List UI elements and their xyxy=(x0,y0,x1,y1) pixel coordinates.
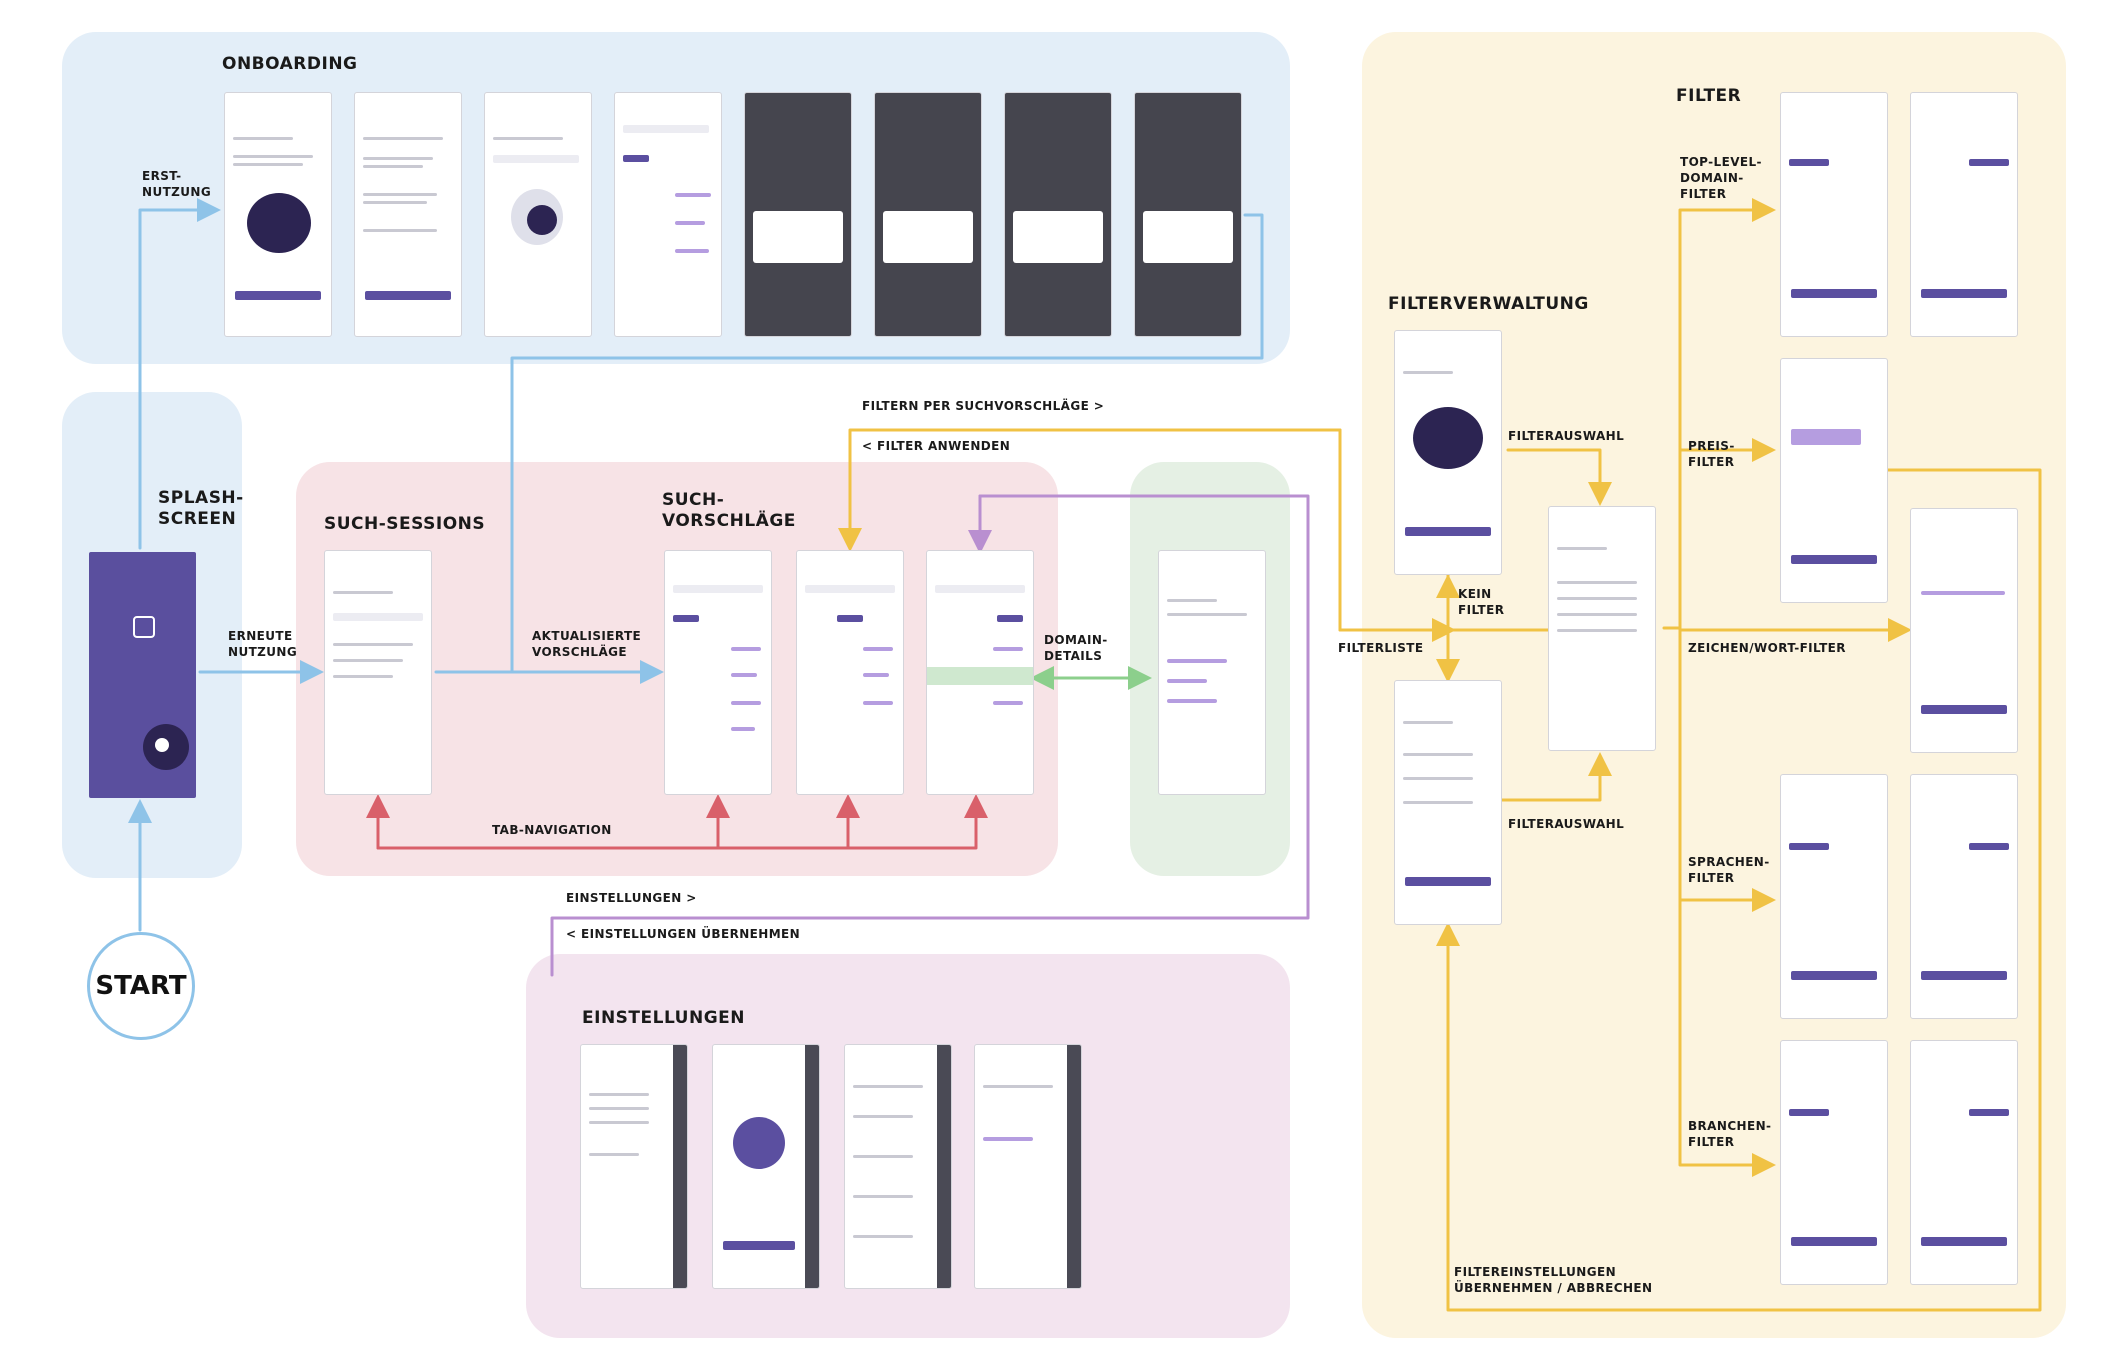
heading-such-vorschlaege: SUCH- VORSCHLÄGE xyxy=(662,490,796,532)
heading-onboarding: ONBOARDING xyxy=(222,54,358,74)
onboarding-screen-6 xyxy=(874,92,982,337)
onboarding-screen-3 xyxy=(484,92,592,337)
heading-splash-screen: SPLASH- SCREEN xyxy=(158,488,244,530)
label-tab-navigation: TAB-NAVIGATION xyxy=(492,823,612,837)
suchvorschlaege-screen-1 xyxy=(664,550,772,795)
app-logo-icon xyxy=(133,616,155,638)
einstellungen-screen-2 xyxy=(712,1044,820,1289)
label-kein-filter: KEIN FILTER xyxy=(1458,587,1505,618)
onboarding-screen-4 xyxy=(614,92,722,337)
einstellungen-screen-1 xyxy=(580,1044,688,1289)
branchen-filter-screen-2 xyxy=(1910,1040,2018,1285)
tld-filter-screen-1 xyxy=(1780,92,1888,337)
filterverwaltung-screen-2 xyxy=(1394,680,1502,925)
label-aktualisierte-vorschlaege: AKTUALISIERTE VORSCHLÄGE xyxy=(532,629,642,660)
label-zeichen-wort-filter: ZEICHEN/WORT-FILTER xyxy=(1688,641,1846,655)
suchvorschlaege-screen-2 xyxy=(796,550,904,795)
label-branchen-filter: BRANCHEN- FILTER xyxy=(1688,1119,1772,1150)
onboarding-screen-7 xyxy=(1004,92,1112,337)
einstellungen-screen-3 xyxy=(844,1044,952,1289)
label-top-level-domain-filter: TOP-LEVEL- DOMAIN- FILTER xyxy=(1680,155,1762,202)
start-node: START xyxy=(87,932,195,1040)
domain-details-screen xyxy=(1158,550,1266,795)
label-einstellungen-link: EINSTELLUNGEN > xyxy=(566,891,697,905)
heading-filterverwaltung: FILTERVERWALTUNG xyxy=(1388,294,1589,314)
preis-filter-screen xyxy=(1780,358,1888,603)
einstellungen-screen-4 xyxy=(974,1044,1082,1289)
tld-filter-screen-2 xyxy=(1910,92,2018,337)
label-filter-anwenden: < FILTER ANWENDEN xyxy=(862,439,1011,453)
label-sprachen-filter: SPRACHEN- FILTER xyxy=(1688,855,1770,886)
label-einstellungen-uebernehmen: < EINSTELLUNGEN ÜBERNEHMEN xyxy=(566,927,801,941)
label-filtereinstellungen: FILTEREINSTELLUNGEN ÜBERNEHMEN / ABBRECH… xyxy=(1454,1265,1653,1296)
label-erneute-nutzung: ERNEUTE NUTZUNG xyxy=(228,629,298,660)
branchen-filter-screen-1 xyxy=(1780,1040,1888,1285)
filterliste-screen xyxy=(1548,506,1656,751)
onboarding-screen-8 xyxy=(1134,92,1242,337)
onboarding-screen-1 xyxy=(224,92,332,337)
label-filtern-per-suchvorschlaege: FILTERN PER SUCHVORSCHLÄGE > xyxy=(862,399,1105,413)
heading-filter: FILTER xyxy=(1676,86,1742,106)
heading-einstellungen: EINSTELLUNGEN xyxy=(582,1008,746,1028)
avatar xyxy=(733,1117,785,1169)
label-filterauswahl-bottom: FILTERAUSWAHL xyxy=(1508,817,1625,831)
sprachen-filter-screen-1 xyxy=(1780,774,1888,1019)
decor-circle xyxy=(155,738,169,752)
heading-such-sessions: SUCH-SESSIONS xyxy=(324,514,486,534)
label-domain-details: DOMAIN- DETAILS xyxy=(1044,633,1108,664)
onboarding-screen-2 xyxy=(354,92,462,337)
onboarding-screen-5 xyxy=(744,92,852,337)
label-filterauswahl-top: FILTERAUSWAHL xyxy=(1508,429,1625,443)
filterverwaltung-screen-1 xyxy=(1394,330,1502,575)
sprachen-filter-screen-2 xyxy=(1910,774,2018,1019)
label-erst-nutzung: ERST- NUTZUNG xyxy=(142,169,212,200)
zeichen-wort-filter-screen xyxy=(1910,508,2018,753)
suchvorschlaege-screen-3 xyxy=(926,550,1034,795)
label-preis-filter: PREIS- FILTER xyxy=(1688,439,1735,470)
label-filterliste: FILTERLISTE xyxy=(1338,641,1424,655)
splash-screen xyxy=(89,552,196,798)
such-sessions-screen xyxy=(324,550,432,795)
